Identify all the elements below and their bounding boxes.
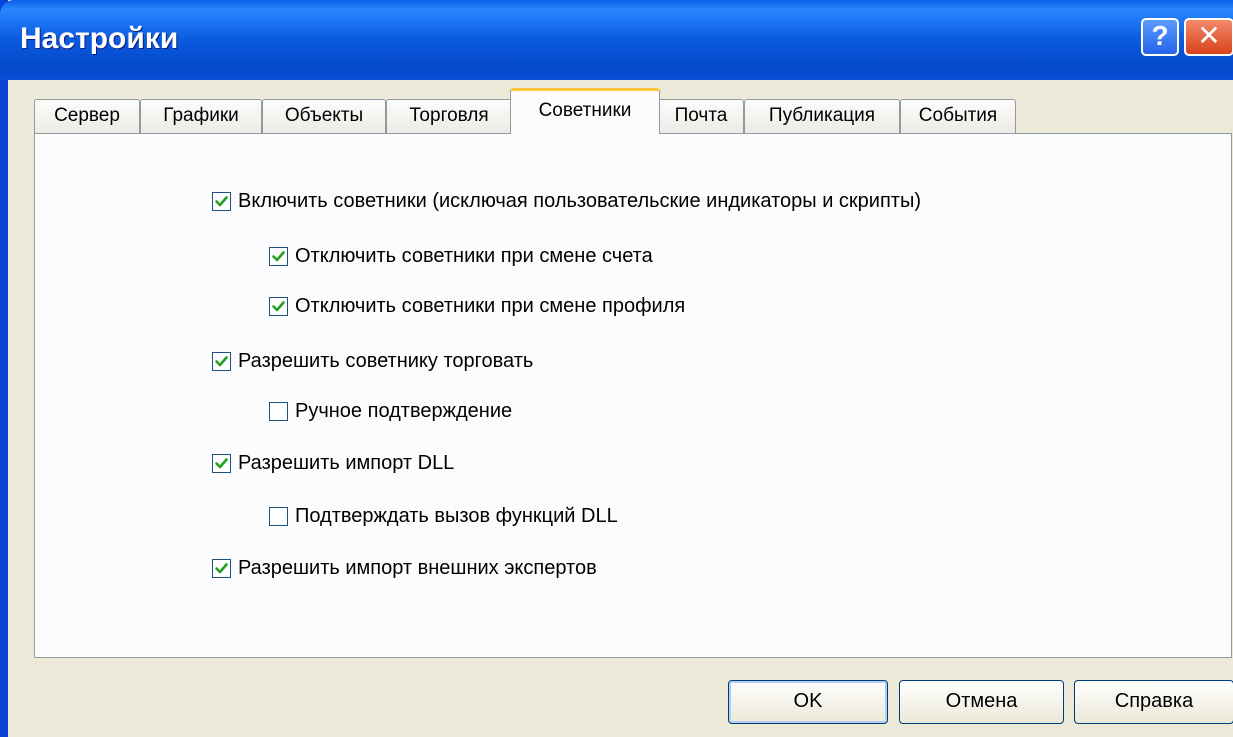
check-mark-icon	[215, 355, 228, 366]
tab-publishing[interactable]: Публикация	[744, 99, 900, 133]
tab-server[interactable]: Сервер	[34, 99, 140, 133]
checkbox-enable-experts[interactable]	[212, 191, 231, 211]
option-allow-live-trading[interactable]: Разрешить советнику торговать	[212, 346, 533, 376]
option-confirm-dll-calls[interactable]: Подтверждать вызов функций DLL	[269, 501, 618, 531]
title-bar[interactable]: Настройки ? ✕	[0, 0, 1233, 80]
option-disable-on-profile-change[interactable]: Отключить советники при смене профиля	[269, 291, 685, 321]
experts-tab-panel: Включить советники (исключая пользовател…	[34, 133, 1232, 658]
option-label: Разрешить советнику торговать	[238, 349, 534, 372]
check-mark-icon	[272, 300, 285, 311]
settings-dialog: Настройки ? ✕ Сервер Графики Объекты Тор…	[0, 0, 1233, 737]
option-label: Отключить советники при смене профиля	[295, 294, 686, 317]
close-icon[interactable]: ✕	[1184, 18, 1233, 56]
checkbox-disable-on-account-change[interactable]	[269, 246, 288, 266]
checkbox-manual-confirmation[interactable]	[269, 401, 288, 421]
cancel-button[interactable]: Отмена	[899, 680, 1064, 724]
option-label: Разрешить импорт внешних экспертов	[238, 556, 597, 579]
checkbox-disable-on-profile-change[interactable]	[269, 296, 288, 316]
checkbox-allow-live-trading[interactable]	[212, 351, 231, 371]
option-allow-external-experts[interactable]: Разрешить импорт внешних экспертов	[212, 553, 597, 583]
option-allow-dll-imports[interactable]: Разрешить импорт DLL	[212, 448, 454, 478]
check-mark-icon	[215, 195, 228, 206]
tab-experts[interactable]: Советники	[510, 88, 660, 134]
tab-trading[interactable]: Торговля	[386, 99, 512, 133]
help-button[interactable]: Справка	[1074, 680, 1233, 724]
option-manual-confirmation[interactable]: Ручное подтверждение	[269, 396, 512, 426]
ok-button[interactable]: OK	[728, 680, 888, 724]
help-icon[interactable]: ?	[1141, 18, 1179, 56]
check-mark-icon	[215, 457, 228, 468]
check-mark-icon	[272, 250, 285, 261]
checkbox-confirm-dll-calls[interactable]	[269, 506, 288, 526]
option-label: Отключить советники при смене счета	[295, 244, 653, 267]
tab-events[interactable]: События	[900, 99, 1016, 133]
option-disable-on-account-change[interactable]: Отключить советники при смене счета	[269, 241, 653, 271]
window-title: Настройки	[20, 22, 179, 55]
tab-objects[interactable]: Объекты	[262, 99, 386, 133]
check-mark-icon	[215, 562, 228, 573]
checkbox-allow-dll-imports[interactable]	[212, 453, 231, 473]
option-label: Ручное подтверждение	[295, 399, 513, 422]
tab-charts[interactable]: Графики	[140, 99, 262, 133]
option-label: Подтверждать вызов функций DLL	[295, 504, 618, 527]
option-label: Разрешить импорт DLL	[238, 451, 455, 474]
option-enable-experts[interactable]: Включить советники (исключая пользовател…	[212, 186, 921, 216]
checkbox-allow-external-experts[interactable]	[212, 558, 231, 578]
option-label: Включить советники (исключая пользовател…	[238, 189, 921, 212]
tab-email[interactable]: Почта	[658, 99, 744, 133]
